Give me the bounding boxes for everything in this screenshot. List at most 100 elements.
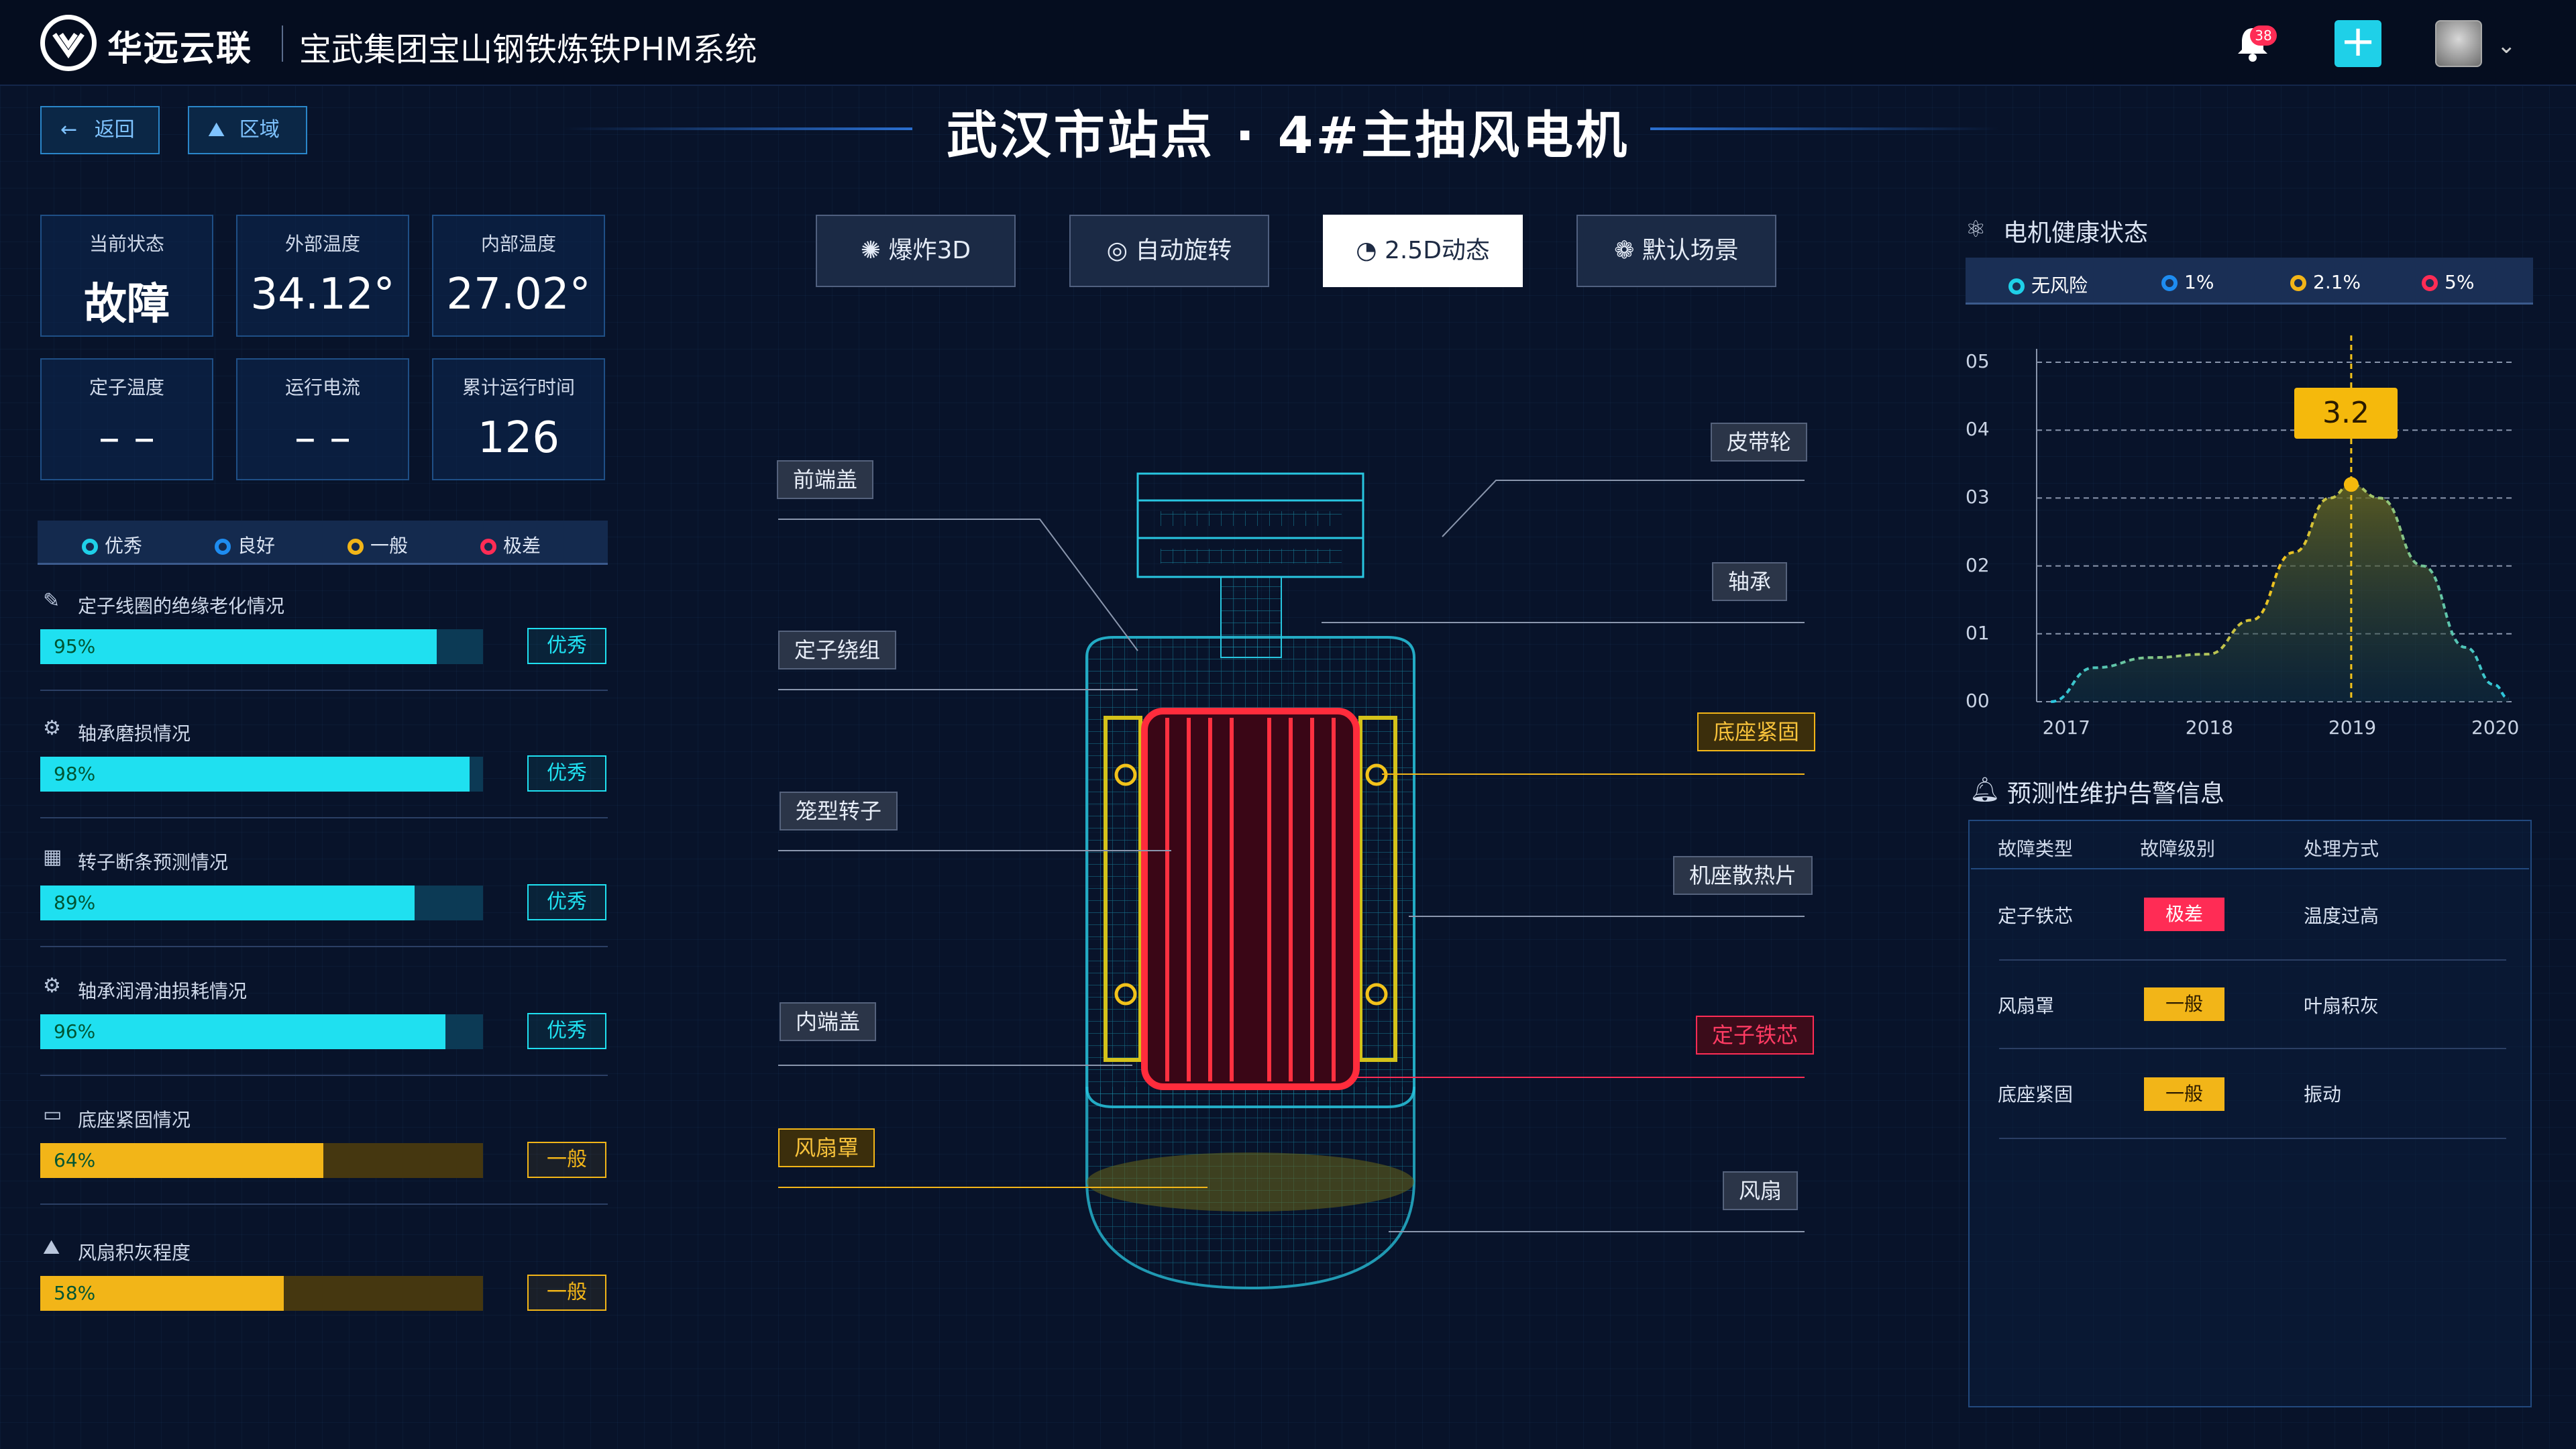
alert-header-type: 故障类型 [1998,838,2074,860]
part-label-stator-core[interactable]: 定子铁芯 [1696,1016,1815,1055]
metric-rating-badge: 一般 [527,1275,606,1311]
y-tick-label: 00 [1966,690,1990,712]
metric-bar: 89% [40,885,483,920]
y-tick-label: 03 [1966,486,1990,508]
metric-bar: 64% [40,1143,483,1178]
gauge-icon: ◔ [1356,237,1385,264]
avatar[interactable] [2435,20,2482,67]
part-label-cage-rotor[interactable]: 笼型转子 [780,792,898,830]
part-label-stator-winding[interactable]: 定子绕组 [778,631,897,669]
alert-row-action: 叶扇积灰 [2304,995,2379,1017]
alert-row-type: 定子铁芯 [1998,905,2074,927]
page-title: 武汉市站点 · 4#主抽风电机 [946,105,1630,165]
explode-3d-button[interactable]: ✺ 爆炸3D [816,215,1016,287]
part-label-front-cover[interactable]: 前端盖 [777,460,874,499]
alert-row-level-badge: 极差 [2144,898,2224,931]
metric-divider [40,690,608,691]
metric-title: 轴承润滑油损耗情况 [78,980,248,1002]
atom-icon: ⚛ [1966,216,1986,243]
status-card-value: 27.02° [446,270,591,319]
explode-icon: ✺ [860,237,889,264]
rotate-icon: ◎ [1106,237,1136,264]
alert-row-type: 底座紧固 [1998,1083,2074,1106]
metric-divider [40,817,608,818]
chevron-down-icon[interactable]: ⌄ [2497,32,2516,59]
health-title: 电机健康状态 [2003,219,2149,247]
status-card-value: 34.12° [250,270,395,319]
metric-rating-badge: 一般 [527,1142,606,1178]
status-card-label: 累计运行时间 [462,376,575,398]
health-legend-5pct: 5% [2422,271,2474,293]
part-label-fan-cover[interactable]: 风扇罩 [778,1128,875,1167]
status-card-runtime: 累计运行时间 126 [432,358,605,480]
auto-rotate-button[interactable]: ◎ 自动旋转 [1069,215,1269,287]
metric-bar: 98% [40,757,483,792]
status-card-current: 运行电流 – – [236,358,409,480]
auto-rotate-label: 自动旋转 [1135,237,1232,264]
part-label-heat-sink[interactable]: 机座散热片 [1673,856,1813,895]
alert-header-divider [1971,868,2529,869]
status-card-label: 内部温度 [480,233,556,255]
alert-row-divider [1999,959,2506,961]
add-button[interactable]: + [2334,20,2381,67]
health-legend-2-1pct: 2.1% [2290,271,2361,293]
health-legend: 无风险 1% 2.1% 5% [1966,258,2533,305]
metric-bar-fill: 58% [40,1276,284,1311]
metric-bar-fill: 89% [40,885,415,920]
status-card-current-state: 当前状态 故障 [40,215,213,337]
alert-row-level-badge: 一般 [2144,987,2224,1021]
part-label-fan[interactable]: 风扇 [1723,1171,1799,1210]
status-card-value: 126 [477,413,560,463]
metric-rating-badge: 优秀 [527,1013,606,1049]
highlight-point [2343,477,2359,492]
status-card-label: 当前状态 [89,233,164,255]
alert-row-divider [1999,1048,2506,1049]
status-card-value: – – [294,413,352,463]
status-card-value: – – [98,413,156,463]
metric-title: 轴承磨损情况 [78,722,191,745]
dynamic-2-5d-label: 2.5D动态 [1384,237,1490,264]
notification-badge: 38 [2250,25,2277,46]
explode-3d-label: 爆炸3D [888,237,971,264]
legend-item-excellent: 优秀 [82,531,142,558]
status-card-label: 定子温度 [89,376,164,398]
title-divider [282,25,283,62]
part-label-pulley[interactable]: 皮带轮 [1711,423,1808,462]
alert-row-level-badge: 一般 [2144,1077,2224,1111]
part-label-base-fastening[interactable]: 底座紧固 [1697,712,1816,751]
metric-icon: ⚙ [43,974,61,998]
x-tick-label: 2020 [2471,716,2520,739]
legend-item-good: 良好 [215,531,275,558]
bell-outline-icon: 🔔︎ [1970,776,2000,804]
legend-item-normal: 一般 [347,531,408,558]
health-chart [2036,335,2516,703]
top-bar: 华远云联 宝武集团宝山钢铁炼铁PHM系统 38 + ⌄ [0,0,2576,86]
status-card-label: 运行电流 [284,376,360,398]
logo-icon [40,15,97,71]
y-tick-label: 05 [1966,350,1990,372]
metric-title: 定子线圈的绝缘老化情况 [78,595,285,617]
scene-icon: ❁ [1614,237,1642,264]
x-tick-label: 2018 [2185,716,2234,739]
alert-row-type: 风扇罩 [1998,995,2055,1017]
x-tick-label: 2019 [2328,716,2377,739]
metric-divider [40,946,608,947]
alert-row-action: 振动 [2304,1083,2342,1106]
default-scene-button[interactable]: ❁ 默认场景 [1576,215,1776,287]
brand-name: 华远云联 [107,29,253,69]
metric-bar-fill: 98% [40,757,470,792]
alert-header-level: 故障级别 [2140,838,2216,860]
metric-title: 转子断条预测情况 [78,851,229,873]
dynamic-2-5d-button[interactable]: ◔ 2.5D动态 [1323,215,1523,287]
metric-icon: ⛰ [43,1236,60,1259]
metric-title: 风扇积灰程度 [78,1242,191,1264]
default-scene-label: 默认场景 [1642,237,1739,264]
part-label-inner-cover[interactable]: 内端盖 [780,1002,877,1041]
x-tick-label: 2017 [2042,716,2090,739]
metric-divider [40,1075,608,1076]
metric-rating-badge: 优秀 [527,628,606,664]
metric-rating-badge: 优秀 [527,884,606,920]
part-label-bearing[interactable]: 轴承 [1712,562,1788,601]
metric-bar-fill: 95% [40,629,437,664]
health-legend-no-risk: 无风险 [2008,271,2088,298]
